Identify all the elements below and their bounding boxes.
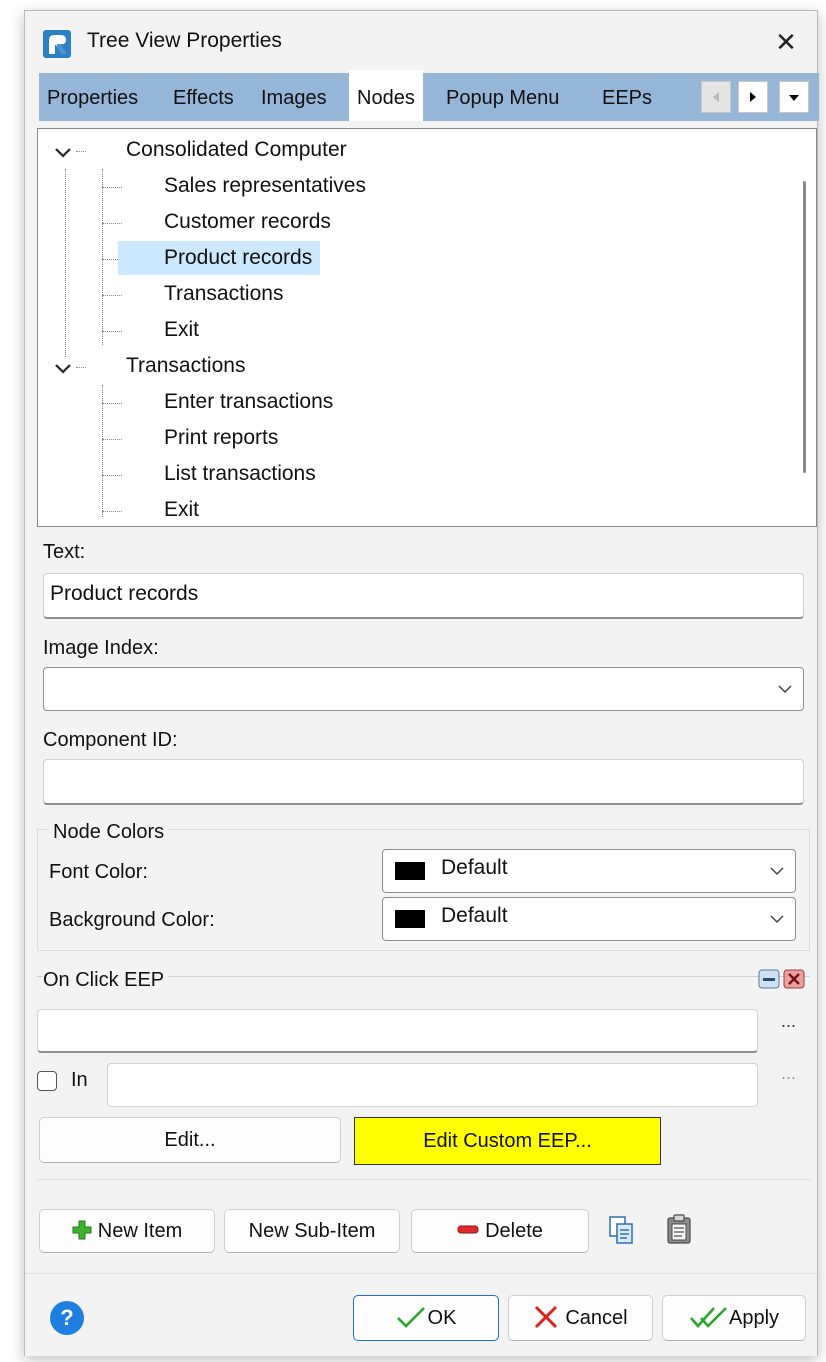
component-id-label: Component ID: [43,729,178,751]
tree-node-list-transactions[interactable]: List transactions [164,457,316,491]
text-input[interactable]: Product records [43,573,804,619]
tree-connector [102,295,122,296]
image-index-dropdown[interactable] [43,667,804,711]
tree-node-print-reports[interactable]: Print reports [164,421,278,455]
triangle-right-icon [750,92,756,102]
tab-scroll-left-button[interactable] [701,81,731,113]
cancel-button[interactable]: Cancel [508,1295,653,1341]
tree-connector [102,223,122,224]
tree-connector [102,439,122,440]
tab-properties[interactable]: Properties [47,73,138,121]
on-click-eep-input[interactable] [37,1009,758,1053]
new-sub-item-button[interactable]: New Sub-Item [224,1209,400,1253]
new-item-label: New Item [97,1220,183,1242]
window-title: Tree View Properties [87,29,282,52]
tree-connector [102,385,103,517]
in-browse-button[interactable]: ... [781,1063,796,1084]
ok-label: OK [427,1307,457,1329]
minimize-icon[interactable] [758,969,780,989]
tab-scroll-right-button[interactable] [738,81,768,113]
tab-list-dropdown-button[interactable] [779,81,809,113]
x-icon [535,1305,558,1329]
chevron-down-icon [770,915,784,924]
tree-connector [102,331,122,332]
tree-node-exit-2[interactable]: Exit [164,493,199,526]
paste-icon[interactable] [665,1213,693,1245]
separator [37,1179,810,1180]
tab-bar: Properties Effects Images Nodes Popup Me… [39,70,819,121]
tab-popup-menu[interactable]: Popup Menu [446,73,559,121]
tree-node-product-records[interactable]: Product records [118,241,321,275]
tree-node-consolidated-computer[interactable]: Consolidated Computer [126,133,347,167]
title-bar: Tree View Properties ✕ [25,11,817,73]
nodes-tree[interactable]: Consolidated Computer Sales representati… [37,128,817,527]
new-item-button[interactable]: New Item [39,1209,215,1253]
checkmark-icon [396,1307,425,1328]
tree-node-transactions-group[interactable]: Transactions [126,349,245,383]
tree-node-enter-transactions[interactable]: Enter transactions [164,385,333,419]
cancel-label: Cancel [565,1307,628,1329]
double-checkmark-icon [690,1307,727,1328]
ok-button[interactable]: OK [353,1295,499,1341]
image-index-label: Image Index: [43,637,159,659]
tree-node-sales-representatives[interactable]: Sales representatives [164,169,366,203]
font-color-label: Font Color: [49,861,148,883]
minus-icon [457,1225,479,1234]
edit-custom-eep-button[interactable]: Edit Custom EEP... [354,1117,661,1165]
tab-effects[interactable]: Effects [173,73,234,121]
close-icon[interactable] [783,969,805,989]
node-colors-legend: Node Colors [49,821,169,844]
tree-node-customer-records[interactable]: Customer records [164,205,331,239]
font-color-swatch [395,862,425,880]
tree-connector [102,511,122,512]
on-click-eep-browse-button[interactable]: ... [781,1011,796,1032]
tab-nodes[interactable]: Nodes [349,70,423,121]
delete-label: Delete [485,1220,543,1242]
background-color-swatch [395,910,425,928]
chevron-down-icon[interactable] [54,363,72,375]
apply-label: Apply [728,1307,780,1329]
tree-connector [102,475,122,476]
triangle-down-icon [789,95,799,101]
tree-connector [76,151,86,152]
delete-button[interactable]: Delete [411,1209,589,1253]
chevron-down-icon [778,685,792,694]
background-color-value: Default [441,904,508,927]
tree-view-properties-dialog: Tree View Properties ✕ Properties Effect… [24,10,819,1356]
chevron-down-icon[interactable] [54,147,72,159]
in-checkbox-label: In [71,1069,88,1091]
tree-node-exit[interactable]: Exit [164,313,199,347]
background-color-dropdown[interactable]: Default [382,897,796,941]
tab-images[interactable]: Images [261,73,327,121]
tab-eeps[interactable]: EEPs [602,73,652,121]
component-id-input[interactable] [43,759,804,805]
chevron-down-icon [770,867,784,876]
font-color-value: Default [441,856,508,879]
text-label: Text: [43,541,86,563]
in-checkbox[interactable] [37,1071,57,1091]
tree-connector [102,169,103,345]
tree-scrollbar[interactable] [803,181,806,473]
plus-icon [72,1220,92,1240]
tree-connector [102,403,122,404]
apply-button[interactable]: Apply [662,1295,806,1341]
on-click-eep-legend: On Click EEP [43,969,169,992]
font-color-dropdown[interactable]: Default [382,849,796,893]
help-icon[interactable]: ? [50,1301,84,1335]
triangle-left-icon [713,92,719,102]
tree-connector [76,367,86,368]
tree-connector [65,169,66,357]
close-button[interactable]: ✕ [769,25,803,59]
tree-node-transactions[interactable]: Transactions [164,277,283,311]
copy-icon[interactable] [607,1215,635,1245]
in-input[interactable] [107,1063,758,1107]
edit-button[interactable]: Edit... [39,1117,341,1163]
app-logo-icon [43,30,71,58]
background-color-label: Background Color: [49,909,215,931]
tree-connector [102,187,122,188]
